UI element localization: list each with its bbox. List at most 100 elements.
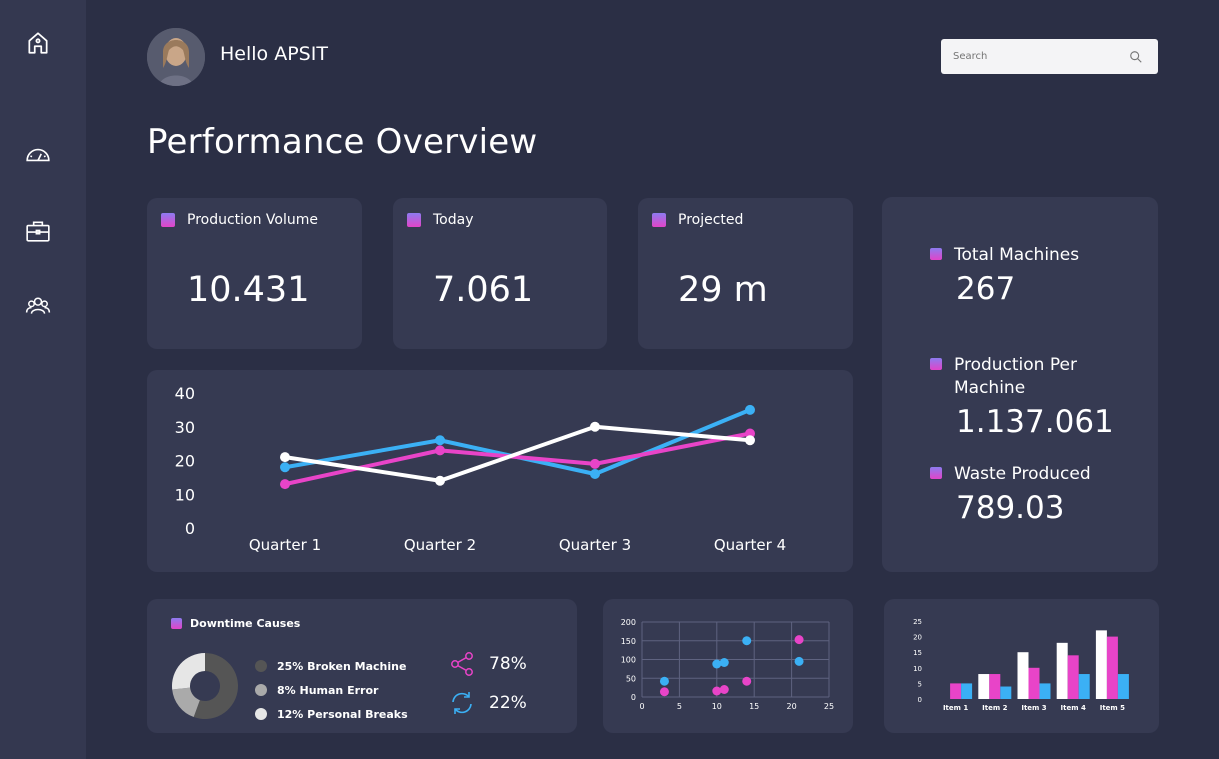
scatter-point xyxy=(719,658,729,667)
y-tick-label: 0 xyxy=(631,693,636,702)
data-point xyxy=(590,469,600,479)
scatter-point xyxy=(794,656,804,666)
y-tick-label: 10 xyxy=(175,485,195,504)
x-tick-label: 20 xyxy=(787,702,797,711)
dashboard-gauge-icon xyxy=(26,148,50,162)
scatter-point xyxy=(742,676,752,686)
legend-label: 8% Human Error xyxy=(277,683,379,697)
legend-dot xyxy=(255,660,267,672)
x-tick-label: Quarter 1 xyxy=(249,536,321,554)
bar xyxy=(1106,636,1118,699)
scatter-point xyxy=(742,636,752,646)
bar xyxy=(1067,655,1079,699)
y-tick-label: 5 xyxy=(918,680,922,688)
bar xyxy=(1039,683,1051,699)
y-tick-label: 0 xyxy=(918,696,922,704)
x-tick-label: 25 xyxy=(824,702,834,711)
x-tick-label: Item 1 xyxy=(943,704,968,712)
sidebar xyxy=(0,0,86,759)
legend-dot xyxy=(255,684,267,696)
data-point xyxy=(280,479,290,490)
bar xyxy=(1117,674,1129,699)
bar xyxy=(961,683,973,699)
x-tick-label: 0 xyxy=(639,702,644,711)
x-tick-label: Item 4 xyxy=(1061,704,1086,712)
sync-icon[interactable] xyxy=(449,690,475,716)
x-tick-label: 10 xyxy=(712,702,722,711)
stat-card-production-volume: Production Volume 10.431 xyxy=(147,198,362,349)
stat-label: Projected xyxy=(678,212,744,228)
series-line xyxy=(284,408,751,476)
avatar[interactable] xyxy=(147,28,205,86)
side-stat-label: Total Machines xyxy=(954,245,1080,265)
nav-home[interactable] xyxy=(24,29,52,57)
x-tick-label: Quarter 4 xyxy=(714,536,786,554)
nav-users[interactable] xyxy=(24,292,52,320)
y-tick-label: 20 xyxy=(175,452,195,471)
y-tick-label: 25 xyxy=(913,618,922,626)
sync-metric: 22% xyxy=(449,690,527,716)
bar xyxy=(950,683,962,699)
legend-swatch xyxy=(930,248,942,260)
x-tick-label: Item 2 xyxy=(982,704,1007,712)
bar xyxy=(989,674,1001,699)
data-point xyxy=(590,421,600,432)
scatter-chart: 0 5 10 15 20 25 0 50 100 150 200 xyxy=(621,618,834,711)
legend-item: 12% Personal Breaks xyxy=(255,702,408,726)
side-stat-value: 789.03 xyxy=(956,490,1065,526)
page-title: Performance Overview xyxy=(147,122,538,162)
y-tick-label: 50 xyxy=(626,674,636,683)
avatar-image xyxy=(147,28,205,86)
data-point xyxy=(435,435,445,446)
legend-swatch xyxy=(930,358,942,370)
bar xyxy=(1056,642,1068,699)
scatter-point xyxy=(712,686,722,696)
bar xyxy=(1078,674,1090,699)
y-tick-label: 10 xyxy=(913,665,922,673)
sync-metric-value: 22% xyxy=(489,693,527,713)
legend-swatch xyxy=(161,213,175,227)
search-input[interactable] xyxy=(941,51,1129,62)
legend-dot xyxy=(255,708,267,720)
data-point xyxy=(435,475,445,486)
bar-chart: 0 5 10 15 20 25 Item 1 Item 2 Item 3 Item 4 Item 5 xyxy=(913,618,1129,712)
waste-produced-stat: Waste Produced 789.03 xyxy=(930,463,1091,526)
search-icon[interactable] xyxy=(1129,50,1143,64)
legend-item: 8% Human Error xyxy=(255,678,408,702)
x-tick-label: 15 xyxy=(749,702,759,711)
side-stat-label: Waste Produced xyxy=(954,464,1091,484)
line-chart: 0 10 20 30 40 Quarter 1 Quarter 2 Quarter 3 Quar… xyxy=(175,384,786,554)
x-tick-label: Item 5 xyxy=(1100,704,1125,712)
bar xyxy=(978,674,990,699)
scatter-point xyxy=(712,659,722,669)
nav-dashboard[interactable] xyxy=(24,141,52,169)
home-icon xyxy=(28,32,48,54)
data-point xyxy=(280,452,290,463)
y-tick-label: 40 xyxy=(175,384,195,403)
x-tick-label: 5 xyxy=(677,702,682,711)
side-stat-label: Production Per Machine xyxy=(954,355,1077,398)
bar xyxy=(1017,652,1029,699)
y-tick-label: 100 xyxy=(621,656,636,665)
stat-card-today: Today 7.061 xyxy=(393,198,607,349)
stat-value: 7.061 xyxy=(433,270,534,310)
machine-summary-card: Total Machines 267 Production Per Machin… xyxy=(882,197,1158,572)
total-machines-stat: Total Machines 267 xyxy=(930,244,1079,307)
legend-item: 25% Broken Machine xyxy=(255,654,408,678)
y-tick-label: 150 xyxy=(621,637,636,646)
y-tick-label: 30 xyxy=(175,418,195,437)
side-stat-value: 267 xyxy=(956,271,1016,307)
legend-swatch xyxy=(652,213,666,227)
line-chart-card: 0 10 20 30 40 Quarter 1 Quarter 2 Quarter 3 Quar… xyxy=(147,370,853,572)
scatter-chart-card: 0 5 10 15 20 25 0 50 100 150 200 xyxy=(603,599,853,733)
scatter-point xyxy=(659,687,669,697)
greeting: Hello APSIT xyxy=(220,43,328,65)
y-tick-label: 0 xyxy=(185,519,195,538)
search-box[interactable] xyxy=(941,39,1158,74)
nav-briefcase[interactable] xyxy=(24,217,52,245)
stat-label: Production Volume xyxy=(187,212,319,228)
share-icon[interactable] xyxy=(449,651,475,677)
legend-label: 12% Personal Breaks xyxy=(277,707,408,721)
bar xyxy=(1028,667,1040,699)
data-point xyxy=(745,435,755,446)
